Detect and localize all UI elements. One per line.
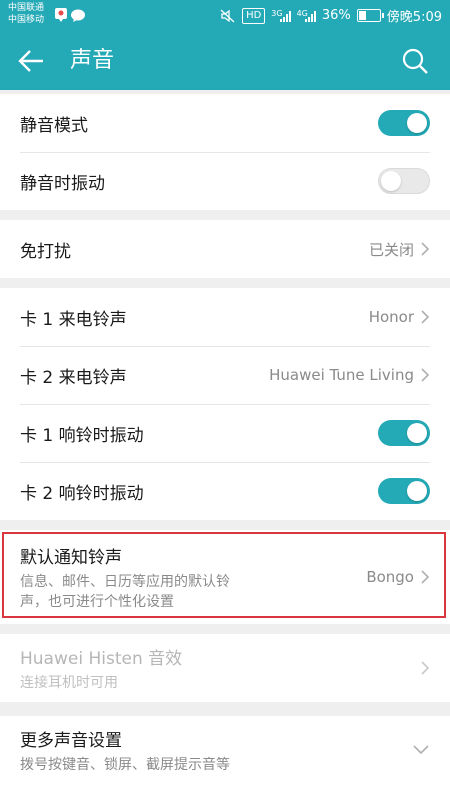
notification-tone-value: Bongo xyxy=(366,568,414,586)
dnd-label: 免打扰 xyxy=(20,241,71,262)
more-sound-label: 更多声音设置 xyxy=(20,730,122,751)
arrow-left-icon xyxy=(18,50,43,72)
chat-bubble-icon xyxy=(71,9,85,22)
status-bar: 中国联通 中国移动 HD 3G 4G 36% 傍晚5:09 xyxy=(0,0,450,30)
notification-tone-description-line-1: 信息、邮件、日历等应用的默认铃 xyxy=(20,573,230,590)
search-button[interactable] xyxy=(398,44,432,78)
dnd-group: 免打扰 已关闭 xyxy=(0,220,450,278)
histen-label: Huawei Histen 音效 xyxy=(20,648,183,669)
chevron-down-icon[interactable] xyxy=(412,744,430,756)
chevron-right-icon xyxy=(421,368,430,382)
histen-row: Huawei Histen 音效 连接耳机时可用 xyxy=(0,634,450,702)
status-indicators: HD 3G 4G 36% 傍晚5:09 xyxy=(220,6,442,25)
silent-vibrate-row[interactable]: 静音时振动 xyxy=(0,152,450,210)
battery-icon xyxy=(356,9,384,22)
histen-description: 连接耳机时可用 xyxy=(20,674,118,691)
sim2-vibrate-toggle[interactable] xyxy=(378,478,430,504)
dnd-value: 已关闭 xyxy=(368,240,414,259)
ringtone-group: 卡 1 来电铃声 Honor 卡 2 来电铃声 Huawei Tune Livi… xyxy=(0,288,450,520)
page-title: 声音 xyxy=(70,48,115,73)
back-button[interactable] xyxy=(14,44,48,78)
sim1-ringtone-value: Honor xyxy=(368,308,414,326)
chevron-right-icon xyxy=(421,661,430,675)
hd-badge: HD xyxy=(242,7,266,24)
sim2-ringtone-label: 卡 2 来电铃声 xyxy=(20,367,127,388)
sim1-ringtone-label: 卡 1 来电铃声 xyxy=(20,309,127,330)
network-type-1: 3G xyxy=(271,8,283,18)
chevron-right-icon xyxy=(421,570,430,584)
signal-1: 3G xyxy=(271,8,291,22)
notification-group: 默认通知铃声 信息、邮件、日历等应用的默认铃 声，也可进行个性化设置 Bongo xyxy=(0,530,450,624)
more-sound-description: 拨号按键音、锁屏、截屏提示音等 xyxy=(20,756,230,773)
dnd-row[interactable]: 免打扰 已关闭 xyxy=(0,220,450,278)
sim2-vibrate-label: 卡 2 响铃时振动 xyxy=(20,483,144,504)
more-sound-group: 更多声音设置 拨号按键音、锁屏、截屏提示音等 xyxy=(0,716,450,800)
notification-tone-description: 信息、邮件、日历等应用的默认铃 声，也可进行个性化设置 xyxy=(20,572,366,612)
silent-vibrate-label: 静音时振动 xyxy=(20,173,105,194)
sound-settings-screen: 中国联通 中国移动 HD 3G 4G 36% 傍晚5:09 声音 静音模式 静音… xyxy=(0,0,450,800)
search-icon xyxy=(402,48,428,74)
network-type-2: 4G xyxy=(296,8,308,18)
battery-percent: 36% xyxy=(321,8,351,23)
notification-tone-label: 默认通知铃声 xyxy=(20,547,122,568)
silent-mode-row[interactable]: 静音模式 xyxy=(0,94,450,152)
chevron-right-icon xyxy=(421,242,430,256)
sim1-vibrate-label: 卡 1 响铃时振动 xyxy=(20,425,144,446)
sim1-ringtone-row[interactable]: 卡 1 来电铃声 Honor xyxy=(0,288,450,346)
silent-mode-toggle[interactable] xyxy=(378,110,430,136)
silent-mode-label: 静音模式 xyxy=(20,115,88,136)
silent-group: 静音模式 静音时振动 xyxy=(0,94,450,210)
more-sound-row[interactable]: 更多声音设置 拨号按键音、锁屏、截屏提示音等 xyxy=(0,716,450,784)
signal-2: 4G xyxy=(296,8,316,22)
notification-tone-row[interactable]: 默认通知铃声 信息、邮件、日历等应用的默认铃 声，也可进行个性化设置 Bongo xyxy=(0,530,450,624)
mute-icon xyxy=(220,9,235,22)
notification-icons xyxy=(55,8,85,22)
histen-group: Huawei Histen 音效 连接耳机时可用 xyxy=(0,634,450,702)
sim1-vibrate-row[interactable]: 卡 1 响铃时振动 xyxy=(0,404,450,462)
carrier-2: 中国移动 xyxy=(8,15,45,25)
sim2-ringtone-value: Huawei Tune Living xyxy=(269,366,414,384)
silent-vibrate-toggle[interactable] xyxy=(378,168,430,194)
carrier-1: 中国联通 xyxy=(8,3,45,13)
battery-fill xyxy=(358,11,366,20)
carrier-info: 中国联通 中国移动 xyxy=(8,2,44,26)
sim2-vibrate-row[interactable]: 卡 2 响铃时振动 xyxy=(0,462,450,520)
clock: 傍晚5:09 xyxy=(386,10,442,25)
chevron-right-icon xyxy=(421,310,430,324)
app-bar: 声音 xyxy=(0,30,450,90)
sim1-vibrate-toggle[interactable] xyxy=(378,420,430,446)
location-pin-icon xyxy=(55,8,67,22)
notification-tone-description-line-2: 声，也可进行个性化设置 xyxy=(20,593,174,610)
sim2-ringtone-row[interactable]: 卡 2 来电铃声 Huawei Tune Living xyxy=(0,346,450,404)
